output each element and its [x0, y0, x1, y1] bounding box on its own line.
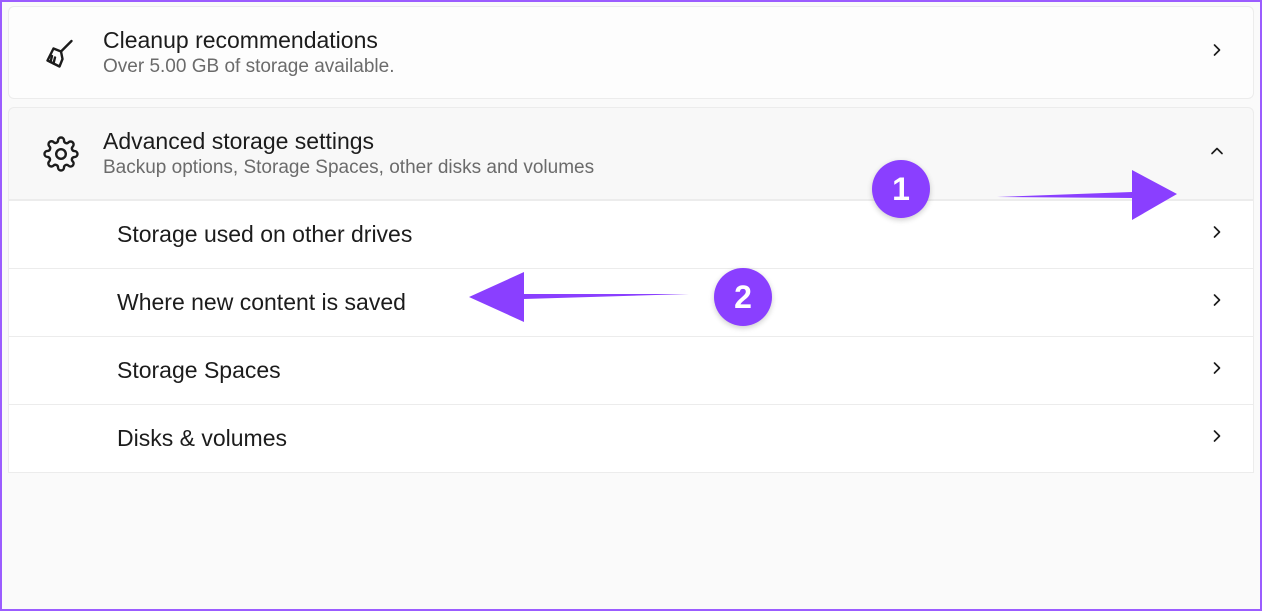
chevron-up-icon [1207, 141, 1227, 166]
annotation-arrow-left [464, 264, 694, 334]
annotation-badge-1: 1 [872, 160, 930, 218]
chevron-right-icon [1207, 222, 1227, 247]
disks-volumes-row[interactable]: Disks & volumes [8, 405, 1254, 473]
cleanup-text: Cleanup recommendations Over 5.00 GB of … [103, 27, 1207, 78]
cleanup-subtitle: Over 5.00 GB of storage available. [103, 56, 1207, 78]
chevron-right-icon [1207, 290, 1227, 315]
annotation-badge-2-text: 2 [734, 279, 752, 316]
storage-spaces-row[interactable]: Storage Spaces [8, 337, 1254, 405]
annotation-arrow-right [992, 162, 1182, 232]
annotation-badge-1-text: 1 [892, 171, 910, 208]
where-new-content-label: Where new content is saved [117, 289, 406, 316]
storage-other-drives-label: Storage used on other drives [117, 221, 412, 248]
storage-spaces-label: Storage Spaces [117, 357, 281, 384]
chevron-right-icon [1207, 40, 1227, 65]
cleanup-recommendations-row[interactable]: Cleanup recommendations Over 5.00 GB of … [8, 6, 1254, 99]
annotation-badge-2: 2 [714, 268, 772, 326]
disks-volumes-label: Disks & volumes [117, 425, 287, 452]
gear-icon [19, 136, 103, 172]
advanced-title: Advanced storage settings [103, 128, 1207, 155]
chevron-right-icon [1207, 426, 1227, 451]
broom-icon [19, 35, 103, 71]
cleanup-title: Cleanup recommendations [103, 27, 1207, 54]
chevron-right-icon [1207, 358, 1227, 383]
storage-settings-panel: Cleanup recommendations Over 5.00 GB of … [2, 2, 1260, 473]
